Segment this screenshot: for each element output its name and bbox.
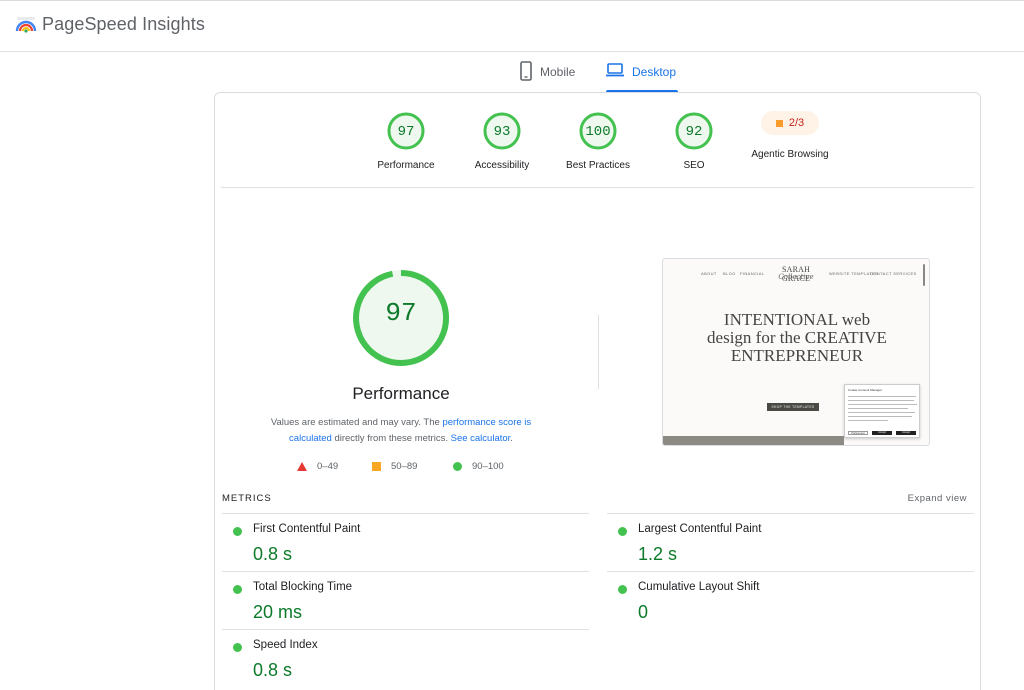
square-icon — [372, 462, 381, 471]
metric-lcp: Largest Contentful Paint 1.2 s — [606, 514, 966, 572]
cookie-text-line — [848, 420, 888, 421]
metric-cls: Cumulative Layout Shift 0 — [606, 572, 966, 630]
cookie-title: Cookie Consent Manager — [848, 388, 883, 392]
thumb-nav-item: ABOUT — [701, 271, 717, 276]
tab-mobile-label: Mobile — [540, 65, 576, 79]
metric-tbt: Total Blocking Time 20 ms — [221, 572, 581, 630]
agentic-score: 2/3 — [788, 117, 805, 129]
legend-item-pass: 90–100 — [453, 461, 504, 472]
hero-line: INTENTIONAL web — [723, 310, 871, 329]
gauge-label: Accessibility — [474, 160, 530, 171]
thumb-cookie-banner: Cookie Consent Manager Preferences Accep… — [844, 384, 920, 438]
metric-value: 20 ms — [253, 602, 303, 622]
note-text: . — [510, 433, 513, 444]
performance-score: 97 — [385, 298, 417, 328]
pass-circle-icon — [233, 643, 242, 652]
gauge-performance[interactable]: 97 Performance — [351, 111, 461, 171]
metric-speed-index: Speed Index 0.8 s — [221, 630, 581, 688]
metric-fcp: First Contentful Paint 0.8 s — [221, 514, 581, 572]
thumb-brand-script: Collective — [778, 273, 814, 281]
pagespeed-logo-icon[interactable] — [15, 15, 37, 37]
category-gauges: 97 Performance 93 Accessibility 100 Best… — [215, 93, 980, 189]
legend-range: 50–89 — [391, 461, 418, 472]
gauge-agentic-browsing[interactable]: 2/3 Agentic Browsing — [735, 102, 845, 160]
legend-item-fail: 0–49 — [297, 461, 338, 472]
gauge-seo[interactable]: 92 SEO — [639, 111, 749, 171]
cookie-text-line — [848, 396, 916, 397]
performance-title: Performance — [352, 384, 450, 403]
metric-value: 0 — [638, 602, 649, 622]
gauge-score: 100 — [585, 124, 611, 140]
agentic-badge: 2/3 — [761, 111, 819, 135]
score-note: Values are estimated and may vary. The p… — [255, 415, 547, 447]
thumb-hero: INTENTIONAL web design for the CREATIVE … — [697, 311, 897, 365]
legend-range: 90–100 — [472, 461, 504, 472]
thumb-footer-bar — [663, 436, 844, 445]
triangle-icon — [297, 462, 307, 471]
note-text: Values are estimated and may vary. The — [270, 417, 443, 428]
gauge-label: Best Practices — [566, 160, 630, 171]
legend-range: 0–49 — [317, 461, 339, 472]
gauge-score: 92 — [685, 124, 703, 140]
tab-desktop[interactable]: Desktop — [606, 61, 678, 92]
phone-icon — [520, 61, 532, 81]
vertical-divider — [598, 315, 599, 389]
metric-name: Cumulative Layout Shift — [638, 581, 760, 593]
device-tabs: Mobile Desktop — [0, 52, 1024, 92]
app-title[interactable]: PageSpeed Insights — [42, 14, 205, 35]
circle-icon — [453, 462, 462, 471]
cookie-button: Accept — [872, 431, 892, 435]
thumb-cta: SHOP THE TEMPLATES — [767, 403, 819, 411]
cookie-text-line — [848, 408, 908, 409]
hero-line: ENTREPRENEUR — [730, 346, 864, 365]
gauge-score: 97 — [397, 124, 415, 140]
cookie-text-line — [848, 416, 912, 417]
see-calculator-link[interactable]: See calculator — [451, 433, 511, 444]
thumb-nav-item: FINANCIAL — [740, 271, 765, 276]
score-legend: 0–49 50–89 90–100 — [295, 461, 545, 475]
cookie-text-line — [848, 400, 914, 401]
gauge-label: Agentic Browsing — [751, 149, 829, 160]
cookie-button: Preferences — [848, 431, 868, 435]
metric-value: 0.8 s — [253, 660, 293, 680]
gauge-score: 93 — [493, 124, 511, 140]
gauge-best-practices[interactable]: 100 Best Practices — [543, 111, 653, 171]
metric-value: 0.8 s — [253, 544, 293, 564]
cookie-text-line — [848, 404, 917, 405]
divider — [221, 187, 974, 188]
tab-mobile[interactable]: Mobile — [520, 61, 575, 92]
cookie-text-line — [848, 412, 915, 413]
note-text: directly from these metrics. — [331, 433, 451, 444]
cookie-button: Accept — [896, 431, 916, 435]
metric-name: Speed Index — [253, 639, 318, 651]
thumb-scrollbar — [923, 264, 925, 286]
pass-circle-icon — [233, 585, 242, 594]
page-screenshot[interactable]: ABOUT BLOG FINANCIAL SARAH GRACE Collect… — [662, 258, 930, 446]
warning-square-icon — [775, 119, 783, 127]
legend-item-average: 50–89 — [372, 461, 417, 472]
metric-name: Largest Contentful Paint — [638, 523, 762, 535]
metric-name: Total Blocking Time — [253, 581, 353, 593]
gauge-label: SEO — [683, 160, 705, 171]
gauge-accessibility[interactable]: 93 Accessibility — [447, 111, 557, 171]
thumb-nav-item: BLOG — [723, 271, 736, 276]
top-bar: PageSpeed Insights — [0, 0, 1024, 52]
metrics-header: METRICS — [222, 493, 272, 504]
hero-line: design for the CREATIVE — [707, 328, 887, 347]
pass-circle-icon — [233, 527, 242, 536]
tab-desktop-label: Desktop — [632, 65, 677, 79]
expand-view-button[interactable]: Expand view — [908, 493, 967, 504]
thumb-nav-item: CONTACT SERVICES — [870, 271, 917, 276]
pass-circle-icon — [618, 585, 627, 594]
laptop-icon — [606, 63, 624, 77]
pass-circle-icon — [618, 527, 627, 536]
report-card: 97 Performance 93 Accessibility 100 Best… — [214, 92, 981, 690]
gauge-label: Performance — [377, 160, 435, 171]
metric-value: 1.2 s — [638, 544, 678, 564]
metric-name: First Contentful Paint — [253, 523, 361, 535]
